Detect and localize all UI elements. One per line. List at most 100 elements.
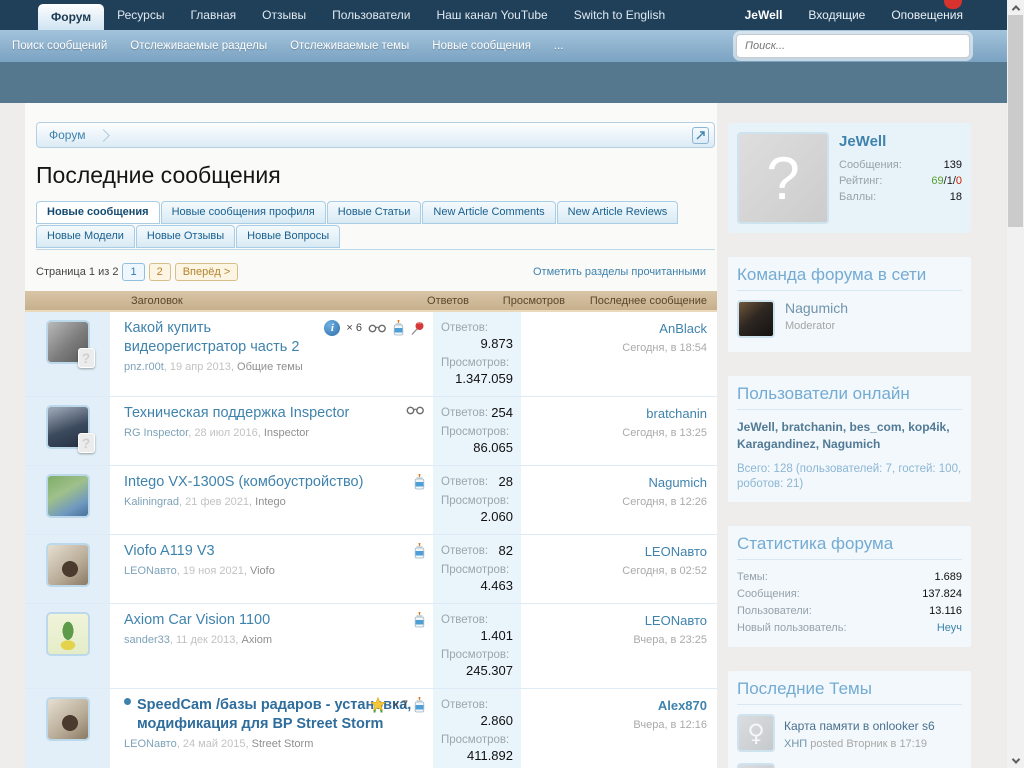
page-1-button[interactable]: 1 [122, 263, 144, 281]
topic-author-link[interactable]: RG Inspector [124, 427, 194, 439]
newest-member-link[interactable]: Неуч [937, 620, 962, 637]
tab-new-article-comments[interactable]: New Article Comments [422, 201, 555, 224]
latest-thread-author[interactable]: ХНП [784, 738, 807, 750]
search-input[interactable] [737, 35, 969, 57]
avatar[interactable]: ♂ [737, 763, 775, 768]
avatar[interactable]: ? [46, 320, 90, 364]
tab-new-reviews[interactable]: Новые Отзывы [136, 225, 235, 248]
topic-forum-link[interactable]: Общие темы [237, 361, 303, 373]
topic-title-link[interactable]: Axiom Car Vision 1100 [124, 611, 270, 630]
avatar[interactable]: ? [46, 405, 90, 449]
topic-title-link[interactable]: Intego VX-1300S (комбоустройство) [124, 473, 363, 492]
topic-forum-link[interactable]: Intego [255, 496, 286, 508]
topic-forum-link[interactable]: Viofo [250, 565, 275, 577]
tab-new-article-reviews[interactable]: New Article Reviews [557, 201, 679, 224]
points-count[interactable]: 18 [950, 189, 962, 205]
question-badge-icon: ? [78, 433, 95, 453]
tab-new-messages[interactable]: Новые сообщения [36, 201, 160, 224]
nav-tab-home[interactable]: Главная [177, 0, 249, 30]
page-2-button[interactable]: 2 [149, 263, 171, 281]
breadcrumb-forum[interactable]: Форум [37, 128, 97, 142]
topic-author-link[interactable]: Kaliningrad [124, 496, 185, 508]
watched-forums-link[interactable]: Отслеживаемые разделы [130, 30, 267, 62]
more-links[interactable]: ... [554, 30, 564, 62]
inbox-link[interactable]: Входящие [808, 0, 865, 30]
topic-title-link[interactable]: Техническая поддержка Inspector [124, 404, 349, 423]
topic-author-link[interactable]: sander33 [124, 634, 176, 646]
replies-label: Ответов: [441, 697, 488, 713]
latest-thread-link[interactable]: Карта памяти в onlooker s6 [784, 719, 935, 733]
views-count: 1.347.059 [455, 371, 513, 387]
online-member-link[interactable]: bes_com [850, 420, 909, 434]
last-poster-link[interactable]: Alex870 [658, 698, 707, 713]
staff-member-link[interactable]: Nagumich [785, 300, 848, 316]
online-member-link[interactable]: JeWell [737, 420, 781, 434]
stat-value: 1.689 [934, 569, 962, 586]
avatar[interactable] [46, 474, 90, 518]
online-member-link[interactable]: bratchanin [781, 420, 849, 434]
online-member-link[interactable]: Karagandinez [737, 437, 822, 451]
topic-title-link[interactable]: Какой купить видеорегистратор часть 2 [124, 319, 324, 357]
nav-tab-reviews[interactable]: Отзывы [249, 0, 319, 30]
messages-count[interactable]: 139 [944, 157, 962, 173]
table-row: Axiom Car Vision 1100 sander3311 дек 201… [25, 604, 717, 689]
topic-title-link[interactable]: Viofo A119 V3 [124, 542, 215, 561]
watched-threads-link[interactable]: Отслеживаемые темы [290, 30, 409, 62]
last-post-date[interactable]: Сегодня, в 12:26 [527, 496, 707, 508]
avatar[interactable] [46, 697, 90, 741]
avatar[interactable] [46, 612, 90, 656]
rating-value[interactable]: 69/1/0 [931, 173, 962, 189]
topic-forum-link[interactable]: Inspector [264, 427, 309, 439]
search-messages-link[interactable]: Поиск сообщений [12, 30, 107, 62]
staff-online-block: Команда форума в сети Nagumich Moderator [728, 257, 971, 352]
nav-tab-switch-english[interactable]: Switch to English [561, 0, 678, 30]
last-poster-link[interactable]: AnBlack [659, 321, 707, 336]
chevron-down-icon [1011, 755, 1019, 763]
last-poster-link[interactable]: Nagumich [648, 475, 707, 490]
staff-member-role: Moderator [785, 320, 848, 332]
nav-tab-forum[interactable]: Форум [38, 4, 104, 30]
scroll-up-button[interactable] [1007, 0, 1024, 15]
scroll-down-button[interactable] [1007, 753, 1024, 768]
chevron-up-icon [1011, 5, 1019, 13]
tab-new-profile-posts[interactable]: Новые сообщения профиля [161, 201, 326, 224]
last-post-date[interactable]: Сегодня, в 13:25 [527, 427, 707, 439]
new-messages-link[interactable]: Новые сообщения [432, 30, 531, 62]
last-poster-link[interactable]: LEONавто [645, 613, 707, 628]
last-post-date[interactable]: Вчера, в 23:25 [527, 634, 707, 646]
avatar[interactable]: ♀ [737, 714, 775, 752]
last-poster-link[interactable]: LEONавто [645, 544, 707, 559]
topic-forum-link[interactable]: Street Storm [252, 738, 314, 750]
tab-new-models[interactable]: Новые Модели [36, 225, 135, 248]
info-icon: i [324, 320, 340, 336]
avatar[interactable]: ? [737, 132, 829, 224]
username-link[interactable]: JeWell [839, 133, 962, 150]
nav-tab-resources[interactable]: Ресурсы [104, 0, 177, 30]
last-post-date[interactable]: Сегодня, в 18:54 [527, 342, 707, 354]
online-member-link[interactable]: Nagumich [822, 437, 880, 451]
avatar[interactable] [46, 543, 90, 587]
scrollbar-thumb[interactable] [1008, 15, 1023, 227]
quick-navigation-icon[interactable] [692, 127, 709, 144]
online-member-link[interactable]: kop4ik [908, 420, 949, 434]
award-star-icon [370, 697, 386, 713]
question-avatar-glyph: ? [766, 144, 799, 213]
nav-tab-users[interactable]: Пользователи [319, 0, 423, 30]
topic-author-link[interactable]: LEONавто [124, 565, 183, 577]
tab-new-articles[interactable]: Новые Статьи [327, 201, 422, 224]
next-page-button[interactable]: Вперёд > [175, 263, 239, 281]
avatar[interactable] [737, 300, 775, 338]
last-post-date[interactable]: Вчера, в 12:16 [527, 719, 707, 731]
topic-forum-link[interactable]: Axiom [241, 634, 272, 646]
replies-count: 28 [499, 474, 513, 490]
topic-author-link[interactable]: LEONавто [124, 738, 183, 750]
browser-scrollbar[interactable] [1007, 0, 1024, 768]
nav-tab-youtube[interactable]: Наш канал YouTube [423, 0, 560, 30]
mark-forums-read-link[interactable]: Отметить разделы прочитанными [533, 266, 706, 278]
last-post-date[interactable]: Сегодня, в 02:52 [527, 565, 707, 577]
topic-author-link[interactable]: pnz.r00t [124, 361, 170, 373]
topic-date: 19 апр 2013 [170, 361, 237, 373]
last-poster-link[interactable]: bratchanin [646, 406, 707, 421]
tab-new-questions[interactable]: Новые Вопросы [236, 225, 340, 248]
account-link[interactable]: JeWell [745, 0, 783, 30]
